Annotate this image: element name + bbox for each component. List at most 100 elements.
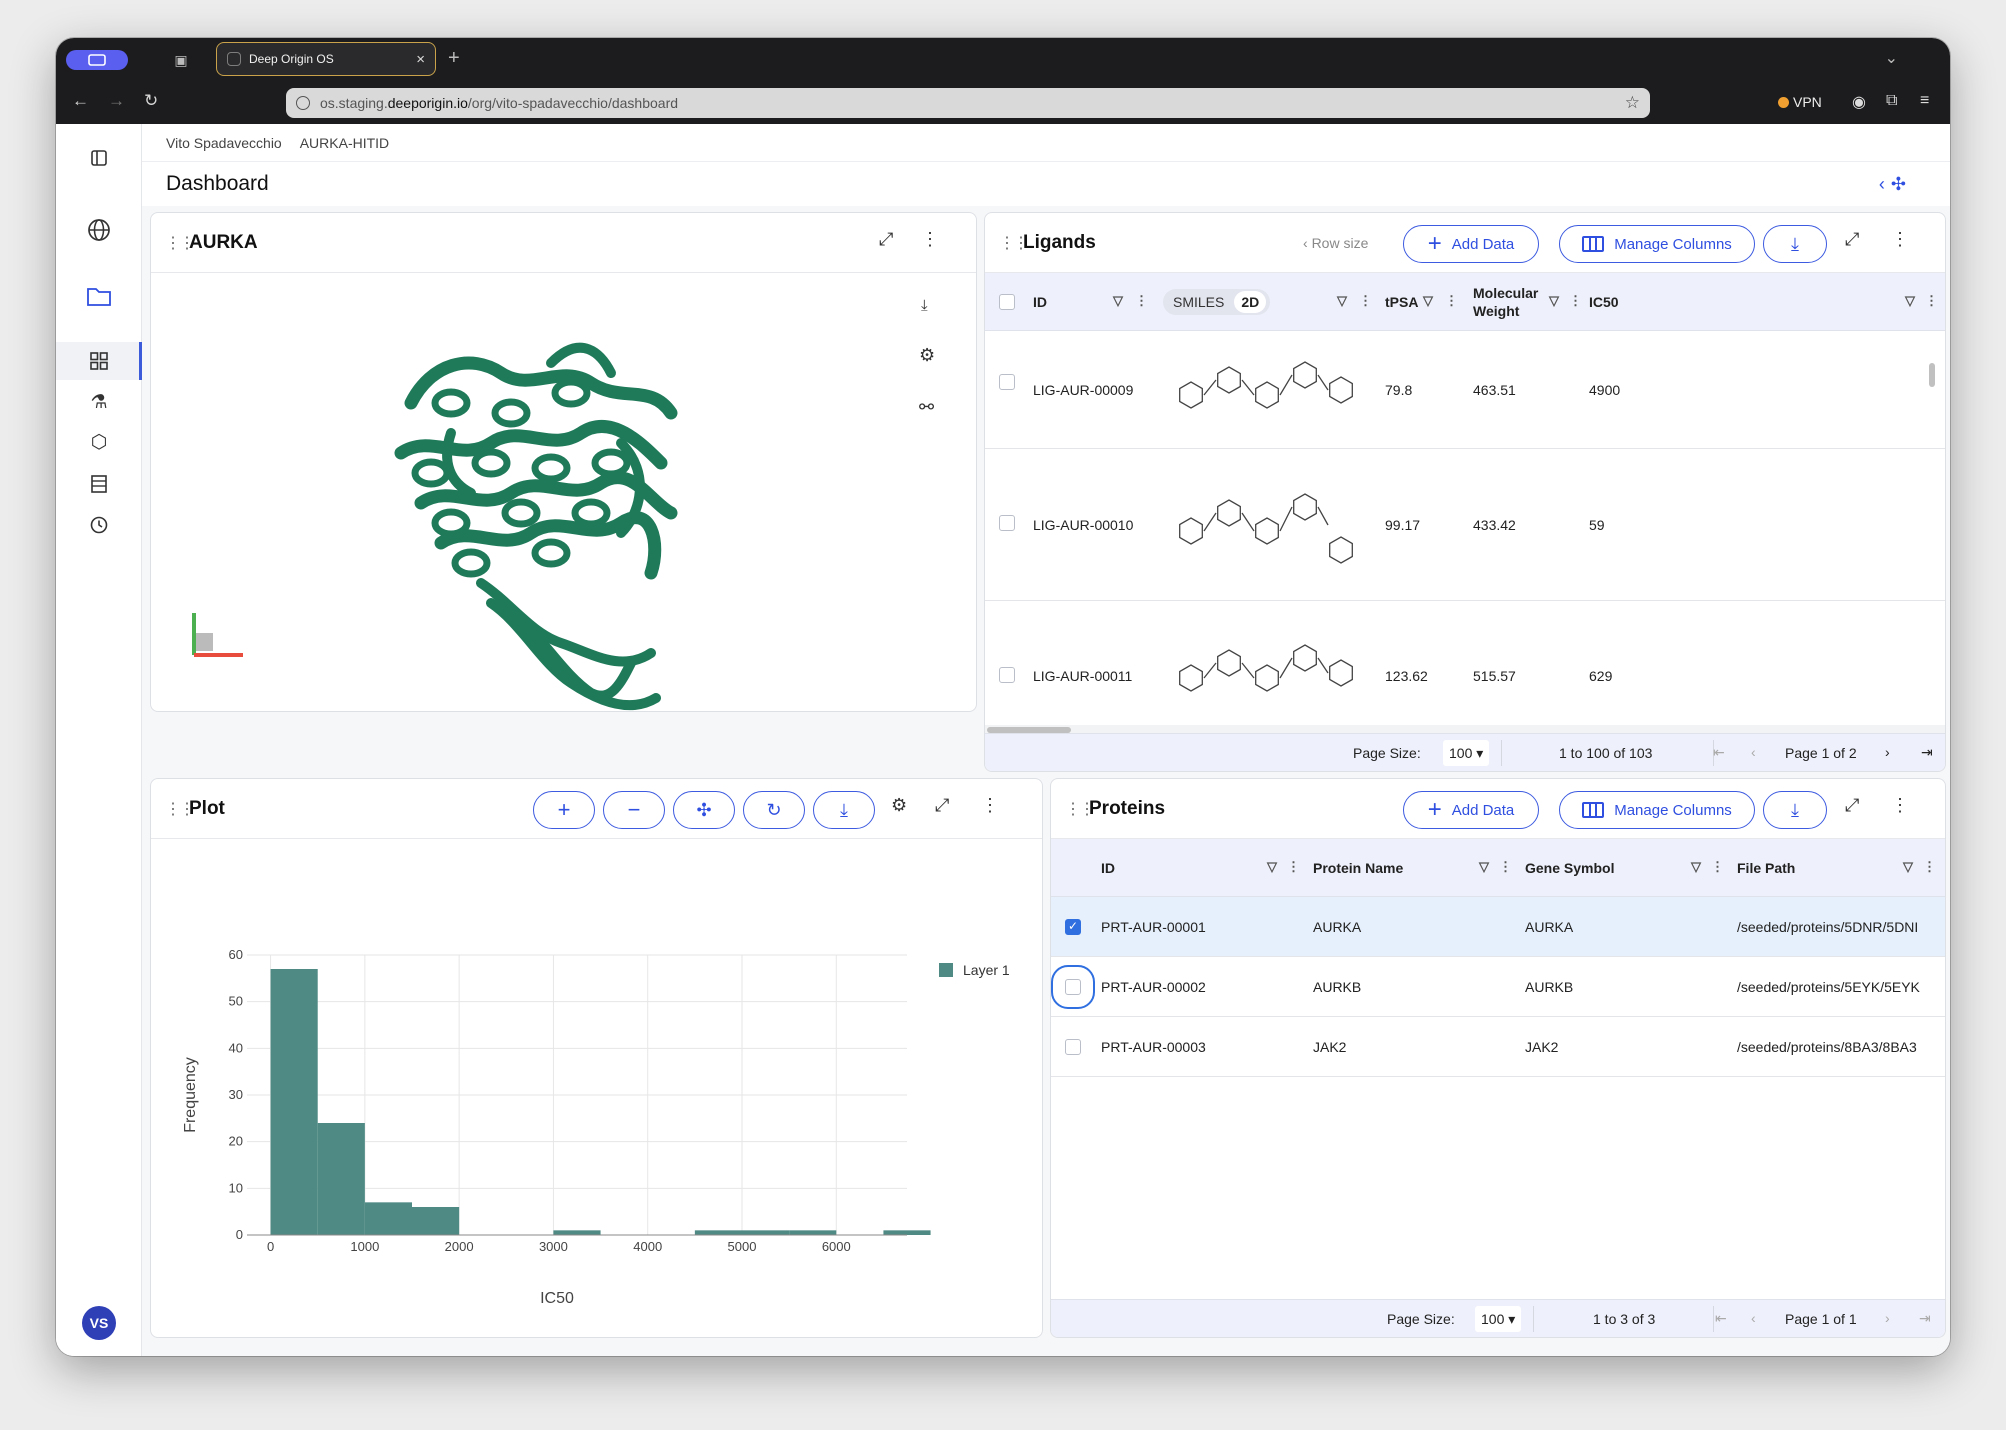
user-avatar[interactable]: VS [82,1306,116,1340]
filter-icon[interactable]: ▽ [1423,293,1433,309]
column-menu-icon[interactable]: ⋮ [1135,293,1148,309]
expand-icon[interactable]: ⤢ [935,795,949,816]
bookmark-star-icon[interactable]: ☆ [1625,93,1640,113]
vertical-scrollbar[interactable] [1929,363,1935,387]
table-icon[interactable] [83,470,115,498]
histogram-bar[interactable] [883,1230,931,1235]
col-gene-symbol[interactable]: Gene Symbol [1525,839,1614,897]
histogram-bar[interactable] [270,969,318,1235]
tab-group-icon[interactable]: ▣ [172,51,190,69]
col-molecular-weight[interactable]: Molecular Weight [1473,273,1538,331]
filter-icon[interactable]: ▽ [1337,293,1347,309]
download-button[interactable]: ⤓ [813,791,875,829]
page-size-select[interactable]: 100 ▾ [1475,1306,1522,1332]
first-page-icon[interactable]: ⇤ [1715,1310,1727,1327]
new-tab-icon[interactable]: + [448,47,460,70]
histogram-bar[interactable] [317,1123,365,1235]
histogram-bar[interactable] [412,1207,460,1235]
globe-icon[interactable] [83,216,115,244]
prev-page-icon[interactable]: ‹ [1751,1310,1756,1326]
col-file-path[interactable]: File Path [1737,839,1795,897]
select-all-checkbox[interactable] [999,294,1015,310]
close-tab-icon[interactable]: × [416,51,425,68]
cube-icon[interactable]: ⬡ [83,428,115,456]
column-menu-icon[interactable]: ⋮ [1925,293,1938,309]
column-menu-icon[interactable]: ⋮ [1569,293,1582,309]
col-tpsa[interactable]: tPSA [1385,273,1418,331]
last-page-icon[interactable]: ⇥ [1919,1310,1931,1327]
more-options-icon[interactable]: ⋮ [1891,795,1909,816]
profile-icon[interactable]: ◉ [1852,92,1866,112]
filter-icon[interactable]: ▽ [1479,859,1489,875]
protein-structure-render[interactable] [151,213,977,712]
add-data-button[interactable]: + Add Data [1403,225,1539,263]
history-icon[interactable] [83,511,115,539]
more-options-icon[interactable]: ⋮ [1891,229,1909,250]
back-icon[interactable]: ← [72,91,89,111]
breadcrumb-org[interactable]: Vito Spadavecchio [166,135,282,151]
histogram-bar[interactable] [553,1230,601,1235]
row-checkbox[interactable] [999,374,1015,390]
extensions-icon[interactable]: ⧉ [1886,92,1897,110]
smiles-2d-toggle[interactable]: 2D [1234,291,1267,313]
row-size-control[interactable]: ‹ Row size [1303,235,1368,251]
col-id[interactable]: ID [1101,839,1115,897]
reset-button[interactable]: ↻ [743,791,805,829]
expand-icon[interactable]: ⤢ [1845,795,1859,816]
dashboard-icon[interactable] [83,347,115,375]
breadcrumb-project[interactable]: AURKA-HITID [300,135,389,151]
menu-icon[interactable]: ≡ [1920,92,1929,110]
column-menu-icon[interactable]: ⋮ [1359,293,1372,309]
smiles-display-toggle[interactable]: SMILES 2D [1163,289,1271,315]
legend-label[interactable]: Layer 1 [963,962,1010,978]
forward-icon[interactable]: → [108,91,125,111]
column-menu-icon[interactable]: ⋮ [1711,859,1724,875]
row-checkbox[interactable] [999,667,1015,683]
filter-icon[interactable]: ▽ [1549,293,1559,309]
table-row[interactable]: LIG-AUR-00011 123.62 515.57 629 [985,601,1945,729]
filter-icon[interactable]: ▽ [1903,859,1913,875]
col-protein-name[interactable]: Protein Name [1313,839,1403,897]
histogram-chart[interactable]: 0 1000 2000 3000 4000 5000 6000 0 10 20 30 40 50 60 IC… [151,839,1043,1337]
column-menu-icon[interactable]: ⋮ [1287,859,1300,875]
row-checkbox[interactable] [1065,1039,1081,1055]
filter-icon[interactable]: ▽ [1691,859,1701,875]
col-ic50[interactable]: IC50 [1589,273,1619,331]
row-checkbox[interactable] [1051,965,1095,1009]
pan-button[interactable]: ✣ [673,791,735,829]
site-info-icon[interactable] [296,96,310,110]
tab-deep-origin[interactable]: Deep Origin OS × [216,42,436,76]
reload-icon[interactable]: ↻ [144,91,158,111]
next-page-icon[interactable]: › [1885,1310,1890,1326]
page-size-select[interactable]: 100 ▾ [1443,740,1490,766]
sidebar-toggle-icon[interactable] [83,144,115,172]
row-checkbox[interactable]: ✓ [1065,919,1081,935]
next-page-icon[interactable]: › [1885,744,1890,760]
column-menu-icon[interactable]: ⋮ [1923,859,1936,875]
download-button[interactable]: ⤓ [1763,791,1827,829]
collapse-arrows-icon[interactable]: ‹✣ [1879,174,1912,195]
histogram-bar[interactable] [694,1230,742,1235]
col-id[interactable]: ID [1033,273,1047,331]
row-checkbox[interactable] [999,515,1015,531]
add-data-button[interactable]: + Add Data [1403,791,1539,829]
filter-icon[interactable]: ▽ [1267,859,1277,875]
histogram-bar[interactable] [364,1202,412,1235]
expand-icon[interactable]: ⤢ [1845,229,1859,250]
prev-page-icon[interactable]: ‹ [1751,744,1756,760]
zoom-out-button[interactable]: − [603,791,665,829]
histogram-bar[interactable] [789,1230,837,1235]
download-button[interactable]: ⤓ [1763,225,1827,263]
manage-columns-button[interactable]: Manage Columns [1559,791,1755,829]
more-options-icon[interactable]: ⋮ [981,795,999,816]
table-row[interactable]: LIG-AUR-00009 79.8 463.51 4900 [985,331,1945,449]
legend-swatch[interactable] [939,963,953,977]
table-row[interactable]: PRT-AUR-00002 AURKB AURKB/seeded/proteins/… [1051,957,1945,1017]
table-row[interactable]: PRT-AUR-00003 JAK2 JAK2/seeded/proteins/8B… [1051,1017,1945,1077]
first-page-icon[interactable]: ⇤ [1713,744,1725,761]
table-row[interactable]: ✓ PRT-AUR-00001 AURKA AURKA/seeded/proteins… [1051,897,1945,957]
table-row[interactable]: LIG-AUR-00010 99.17 433.42 59 [985,449,1945,601]
column-menu-icon[interactable]: ⋮ [1499,859,1512,875]
folder-icon[interactable] [83,282,115,310]
last-page-icon[interactable]: ⇥ [1921,744,1933,761]
